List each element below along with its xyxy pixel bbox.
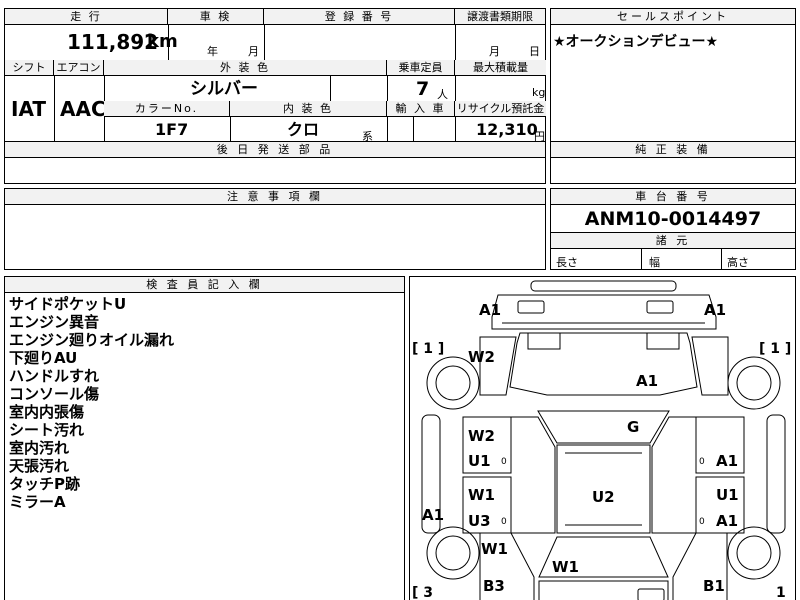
interior-color-value: クロ (287, 120, 320, 139)
registration-header: 登 録 番 号 (264, 9, 455, 24)
marker-rear-glass: W1 (552, 558, 579, 576)
marker-left-fender: W2 (468, 348, 495, 366)
capacity-header: 乗車定員 (387, 60, 455, 76)
notes-header: 注 意 事 項 欄 (5, 189, 545, 205)
marker-roof: U2 (592, 488, 615, 506)
marker-bracket-left-bottom: [ 3 (412, 585, 434, 600)
genuine-equipment-section: 純 正 装 備 (550, 141, 796, 184)
marker-left-sill: A1 (422, 506, 445, 524)
marker-left-rear-door-1: W1 (468, 486, 495, 504)
marker-left-front-door-2: U1 (468, 452, 491, 470)
marker-bracket-right-bottom: 1 (776, 585, 786, 600)
marker-windshield: G (627, 418, 640, 436)
mileage-header: 走 行 (5, 9, 168, 24)
remark-line: シート汚れ (9, 421, 85, 439)
sales-point-section: セールスポイント ★オークションデビュー★ (550, 8, 796, 142)
specs-header: 諸 元 (551, 233, 795, 249)
remark-line: 室内内張傷 (9, 403, 85, 421)
shift-value: IAT (11, 97, 47, 121)
remark-line: ミラーA (9, 493, 66, 511)
marker-right-rear-door-2: A1 (716, 512, 739, 530)
marker-right-rear: B1 (703, 577, 725, 595)
remark-line: タッチP跡 (9, 475, 80, 493)
import-header: 輸 入 車 (387, 101, 455, 117)
notes-section: 注 意 事 項 欄 (4, 188, 546, 270)
recycle-header: リサイクル預託金 (455, 101, 546, 117)
remark-line: コンソール傷 (9, 385, 100, 403)
spec-height-label: 高さ (727, 256, 749, 269)
marker-right-rear-door-1: U1 (716, 486, 739, 504)
marker-bracket-left-top: [ 1 ] (412, 341, 445, 357)
marker-bracket-right-top: [ 1 ] (759, 341, 792, 357)
marker-zero: 0 (699, 517, 705, 527)
color-no-value: 1F7 (155, 120, 189, 139)
inspection-month-unit: 月 (248, 45, 259, 58)
marker-front-left-top: A1 (479, 301, 502, 319)
chassis-header: 車 台 番 号 (551, 189, 795, 205)
spec-length-label: 長さ (556, 256, 578, 269)
sales-point-text: ★オークションデビュー★ (553, 34, 719, 50)
inspector-section: 検 査 員 記 入 欄 サイドポケットU エンジン異音 エンジン廻りオイル漏れ … (4, 276, 405, 600)
vehicle-info-table: 走 行 車 検 登 録 番 号 譲渡書類期限 111,892 km 年 月 月 … (4, 8, 546, 143)
marker-zero: 0 (699, 457, 705, 467)
spec-width-label: 幅 (649, 256, 660, 269)
inspection-year-unit: 年 (207, 45, 218, 58)
transfer-month-unit: 月 (489, 45, 500, 58)
remark-line: ハンドルすれ (9, 367, 100, 385)
capacity-unit: 人 (437, 88, 448, 101)
marker-zero: 0 (501, 457, 507, 467)
chassis-number: ANM10-0014497 (584, 208, 762, 230)
inspector-remarks: サイドポケットU エンジン異音 エンジン廻りオイル漏れ 下廻りAU ハンドルすれ… (9, 295, 174, 511)
mileage-unit: km (147, 31, 178, 52)
genuine-header: 純 正 装 備 (551, 142, 795, 158)
marker-front-right-top: A1 (704, 301, 727, 319)
transfer-header: 譲渡書類期限 (455, 9, 546, 24)
marker-left-rear-door-2: U3 (468, 512, 491, 530)
exterior-color-value: シルバー (190, 79, 258, 99)
transfer-day-unit: 日 (529, 45, 540, 58)
car-diagram: A1 A1 [ 1 ] [ 1 ] W2 A1 G W2 U1 0 A1 0 W… (409, 276, 796, 600)
marker-left-quarter: W1 (481, 540, 508, 558)
remark-line: エンジン異音 (9, 313, 100, 331)
mileage-value: 111,892 (67, 30, 159, 54)
remark-line: エンジン廻りオイル漏れ (9, 331, 175, 349)
capacity-value: 7 (416, 78, 430, 100)
color-no-header: カラーNo. (104, 101, 230, 117)
aircon-header: エアコン (54, 60, 104, 76)
remark-line: 天張汚れ (9, 457, 70, 475)
marker-right-front-door: A1 (716, 452, 739, 470)
parts-section: 後 日 発 送 部 品 (4, 141, 546, 184)
remark-line: サイドポケットU (9, 295, 127, 313)
shift-header: シフト (5, 60, 54, 76)
remark-line: 室内汚れ (9, 439, 70, 457)
interior-color-header: 内 装 色 (230, 101, 387, 117)
parts-header: 後 日 発 送 部 品 (5, 142, 545, 158)
marker-left-rear: B3 (483, 577, 505, 595)
marker-zero: 0 (501, 517, 507, 527)
marker-hood: A1 (636, 372, 659, 390)
max-load-unit: kg (532, 86, 546, 99)
aircon-value: AAC (60, 97, 106, 121)
inspector-header: 検 査 員 記 入 欄 (5, 277, 404, 293)
chassis-section: 車 台 番 号 ANM10-0014497 諸 元 長さ 幅 高さ (550, 188, 796, 270)
recycle-value: 12,310 (476, 120, 538, 139)
remark-line: 下廻りAU (9, 349, 78, 367)
exterior-color-header: 外 装 色 (104, 60, 387, 76)
sales-point-header: セールスポイント (551, 9, 795, 25)
marker-left-front-door-1: W2 (468, 427, 495, 445)
inspection-header: 車 検 (168, 9, 264, 24)
max-load-header: 最大積載量 (455, 60, 546, 76)
